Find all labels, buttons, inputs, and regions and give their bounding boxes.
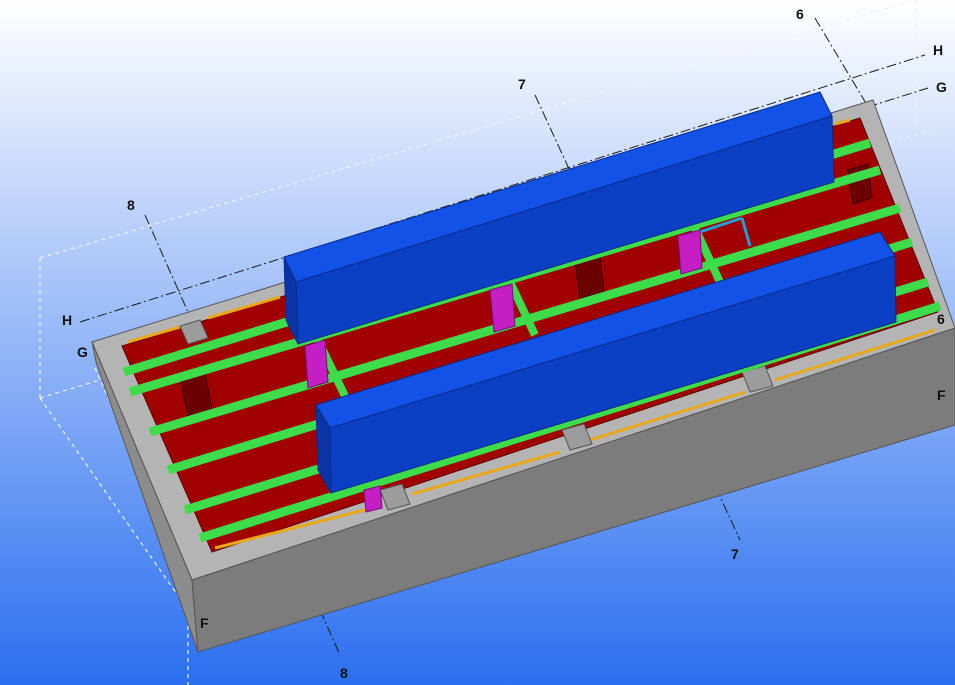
model-scene[interactable]: 6 H G 7 8 H G 6 F 7 F 8 [0,0,955,685]
grid-label-f-right: F [937,387,946,403]
grid-label-g-right: G [936,79,947,95]
grid-label-6-top: 6 [796,6,804,22]
grid-label-h-left: H [62,312,72,328]
grid-label-7-bottom: 7 [731,546,739,562]
grid-label-f-left: F [200,615,209,631]
grid-label-8-left: 8 [127,197,135,213]
grid-label-7-top: 7 [518,76,526,92]
grid-label-h-right: H [933,42,943,58]
grid-label-8-bottom: 8 [340,665,348,681]
model-viewport[interactable]: 6 H G 7 8 H G 6 F 7 F 8 [0,0,955,685]
grid-label-g-left: G [77,344,88,360]
grid-label-6-right: 6 [937,311,945,327]
